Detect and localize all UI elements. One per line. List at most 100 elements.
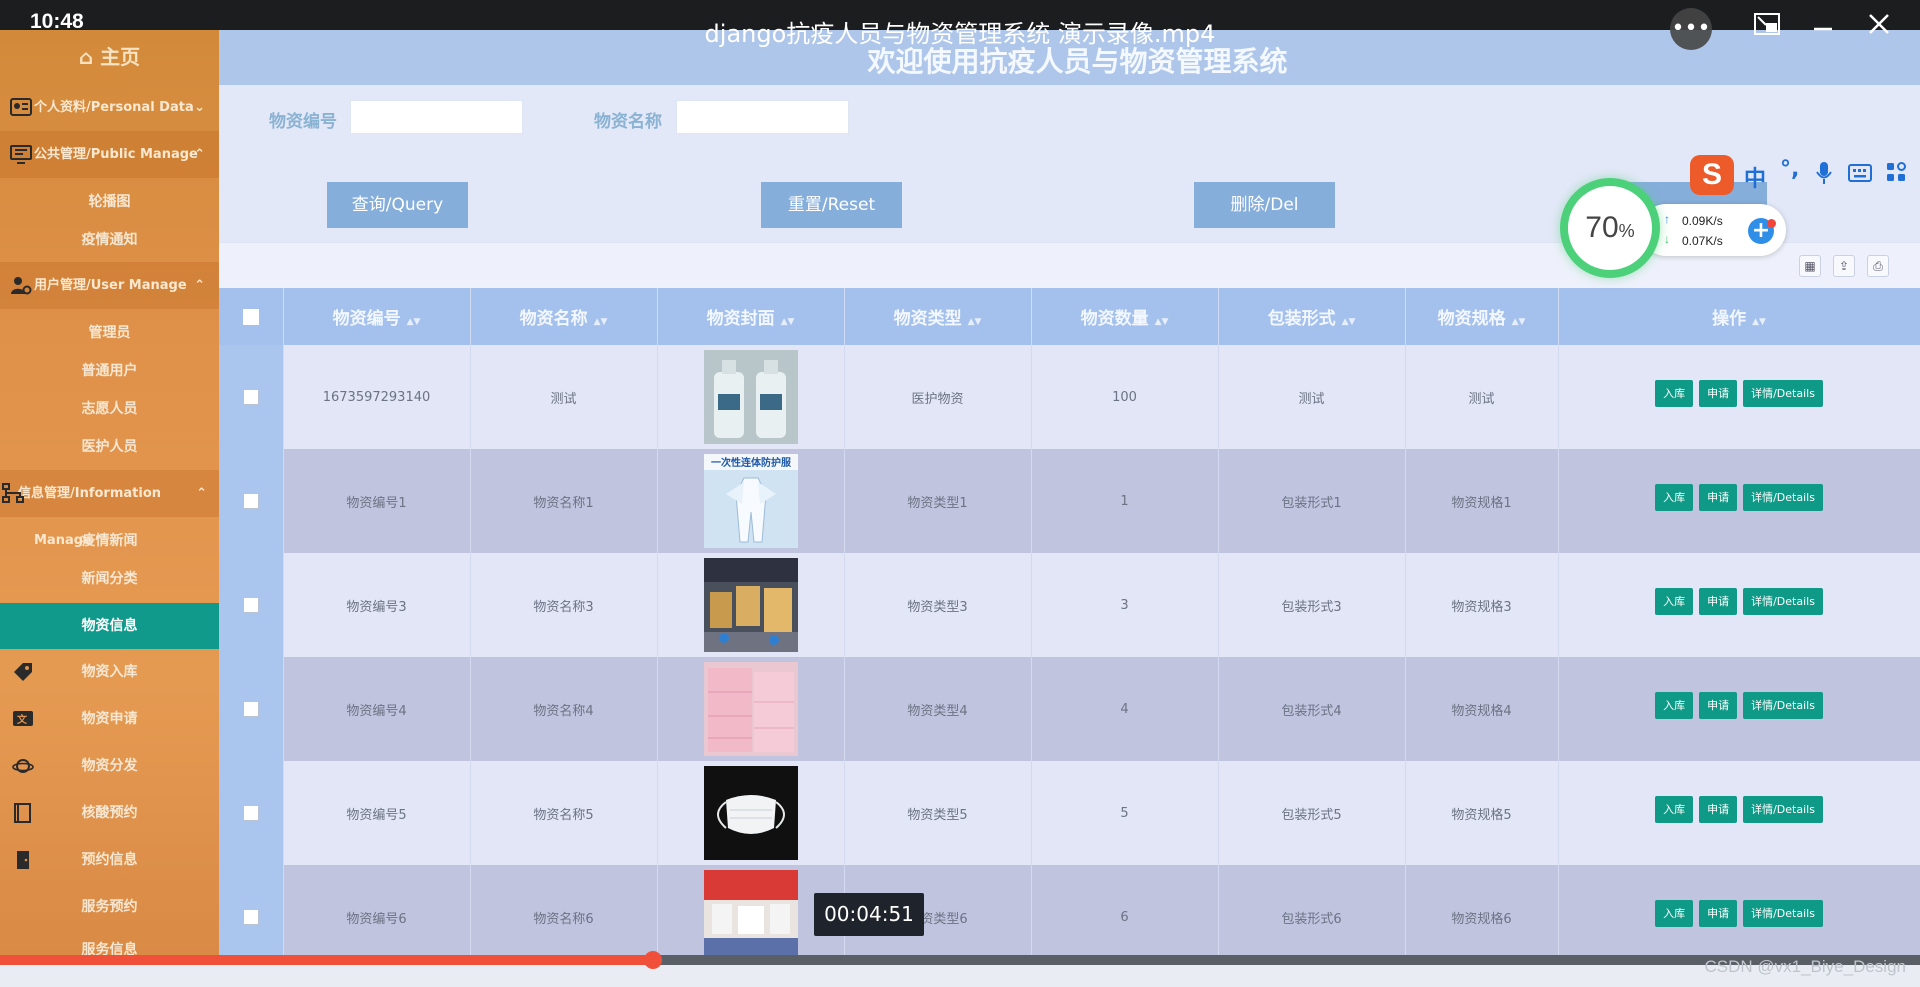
menu-personal-data[interactable]: 个人资料/Personal Data ⌄ bbox=[0, 84, 219, 131]
col-header-actions[interactable]: 操作 ▲▼ bbox=[1558, 288, 1920, 345]
cover-image-face-mask[interactable] bbox=[703, 766, 798, 860]
col-header-type[interactable]: 物资类型 ▲▼ bbox=[844, 288, 1032, 345]
cover-image-supplies-display[interactable] bbox=[703, 870, 798, 960]
sort-icon[interactable]: ▲▼ bbox=[781, 317, 795, 327]
toolbox-grid-icon[interactable] bbox=[1886, 162, 1906, 188]
sidebar-item-material-stock-in[interactable]: 物资入库 bbox=[0, 649, 219, 696]
menu-user-manage[interactable]: 用户管理/User Manage ⌃ bbox=[0, 262, 219, 309]
close-icon[interactable] bbox=[1864, 12, 1894, 42]
cover-image-protective-suit[interactable]: 一次性连体防护服 bbox=[703, 454, 798, 548]
col-header-cover[interactable]: 物资封面 ▲▼ bbox=[657, 288, 845, 345]
apply-button[interactable]: 申请 bbox=[1699, 587, 1738, 615]
cell-spec: 物资规格5 bbox=[1405, 761, 1559, 865]
col-header-quantity[interactable]: 物资数量 ▲▼ bbox=[1031, 288, 1219, 345]
sort-icon[interactable]: ▲▼ bbox=[594, 317, 608, 327]
cover-image-warehouse[interactable] bbox=[703, 558, 798, 652]
minimize-icon[interactable] bbox=[1808, 12, 1838, 42]
stock-in-button[interactable]: 入库 bbox=[1655, 483, 1694, 511]
row-checkbox[interactable] bbox=[242, 597, 259, 613]
apply-button[interactable]: 申请 bbox=[1699, 691, 1738, 719]
csdn-watermark: CSDN @vx1_Biye_Design bbox=[1704, 957, 1906, 976]
sidebar-item-carousel[interactable]: 轮播图 bbox=[0, 183, 219, 221]
stock-in-button[interactable]: 入库 bbox=[1655, 795, 1694, 823]
sidebar-item-news-category[interactable]: 新闻分类 bbox=[0, 560, 219, 598]
menu-info-manage[interactable]: 信息管理/Information Manage ⌃ bbox=[0, 470, 219, 548]
ime-toolbar: S 中 °, bbox=[1688, 155, 1920, 195]
row-checkbox[interactable] bbox=[242, 909, 259, 925]
col-header-name[interactable]: 物资名称 ▲▼ bbox=[470, 288, 658, 345]
query-button[interactable]: 查询/Query bbox=[327, 182, 468, 228]
sogou-logo-icon[interactable]: S bbox=[1690, 155, 1734, 195]
col-header-code[interactable]: 物资编号 ▲▼ bbox=[283, 288, 471, 345]
menu-public-manage[interactable]: 公共管理/Public Manage ⌃ bbox=[0, 131, 219, 178]
sort-icon[interactable]: ▲▼ bbox=[1155, 317, 1169, 327]
microphone-icon[interactable] bbox=[1816, 161, 1832, 191]
sidebar-item-material-distribute[interactable]: 物资分发 bbox=[0, 743, 219, 790]
stock-in-button[interactable]: 入库 bbox=[1655, 691, 1694, 719]
sort-icon[interactable]: ▲▼ bbox=[1752, 317, 1766, 327]
details-button[interactable]: 详情/Details bbox=[1743, 379, 1823, 407]
picture-in-picture-icon[interactable] bbox=[1752, 12, 1782, 42]
apply-button[interactable]: 申请 bbox=[1699, 795, 1738, 823]
details-button[interactable]: 详情/Details bbox=[1743, 587, 1823, 615]
columns-icon[interactable]: ▦ bbox=[1799, 255, 1821, 277]
sort-icon[interactable]: ▲▼ bbox=[407, 317, 421, 327]
row-checkbox[interactable] bbox=[242, 389, 259, 405]
more-options-button[interactable]: ••• bbox=[1670, 8, 1712, 50]
print-icon[interactable]: ⎙ bbox=[1867, 255, 1889, 277]
details-button[interactable]: 详情/Details bbox=[1743, 691, 1823, 719]
keyboard-icon[interactable] bbox=[1848, 163, 1872, 188]
ime-punctuation-toggle[interactable]: °, bbox=[1780, 157, 1799, 182]
stock-in-button[interactable]: 入库 bbox=[1655, 899, 1694, 927]
col-header-spec[interactable]: 物资规格 ▲▼ bbox=[1405, 288, 1559, 345]
row-checkbox[interactable] bbox=[242, 493, 259, 509]
cell-name: 物资名称1 bbox=[470, 449, 658, 553]
sidebar-item-material-info[interactable]: 物资信息 bbox=[0, 603, 219, 649]
row-checkbox[interactable] bbox=[242, 701, 259, 717]
apply-button[interactable]: 申请 bbox=[1699, 899, 1738, 927]
cell-code: 物资编号5 bbox=[283, 761, 471, 865]
sidebar-item-booking-info[interactable]: 预约信息 bbox=[0, 837, 219, 884]
sidebar-item-material-apply[interactable]: 文 物资申请 bbox=[0, 696, 219, 743]
cover-image-sanitizer-bottles[interactable] bbox=[703, 350, 798, 444]
row-checkbox[interactable] bbox=[242, 805, 259, 821]
cell-code: 1673597293140 bbox=[283, 345, 471, 449]
sort-icon[interactable]: ▲▼ bbox=[968, 317, 982, 327]
cell-type: 物资类型5 bbox=[844, 761, 1032, 865]
sort-icon[interactable]: ▲▼ bbox=[1512, 317, 1526, 327]
memory-usage-ring[interactable]: 70% bbox=[1560, 178, 1660, 278]
cell-packaging: 包装形式3 bbox=[1218, 553, 1406, 657]
sidebar-item-admin[interactable]: 管理员 bbox=[0, 314, 219, 352]
col-header-packaging[interactable]: 包装形式 ▲▼ bbox=[1218, 288, 1406, 345]
sidebar-item-normal-user[interactable]: 普通用户 bbox=[0, 352, 219, 390]
material-name-input[interactable] bbox=[676, 100, 849, 134]
delete-button[interactable]: 删除/Del bbox=[1194, 182, 1335, 228]
details-button[interactable]: 详情/Details bbox=[1743, 483, 1823, 511]
sidebar-item-service-booking[interactable]: 服务预约 bbox=[0, 884, 219, 931]
sidebar-item-epidemic-notice[interactable]: 疫情通知 bbox=[0, 221, 219, 259]
apply-button[interactable]: 申请 bbox=[1699, 483, 1738, 511]
sidebar-item-nucleic-booking[interactable]: 核酸预约 bbox=[0, 790, 219, 837]
stock-in-button[interactable]: 入库 bbox=[1655, 587, 1694, 615]
details-button[interactable]: 详情/Details bbox=[1743, 899, 1823, 927]
sidebar-item-medical-staff[interactable]: 医护人员 bbox=[0, 428, 219, 466]
material-code-input[interactable] bbox=[350, 100, 523, 134]
sort-icon[interactable]: ▲▼ bbox=[1342, 317, 1356, 327]
col-header-label: 物资封面 bbox=[706, 309, 775, 329]
details-button[interactable]: 详情/Details bbox=[1743, 795, 1823, 823]
cover-image-mask-boxes[interactable] bbox=[703, 662, 798, 756]
apply-button[interactable]: 申请 bbox=[1699, 379, 1738, 407]
sidebar-item-volunteer[interactable]: 志愿人员 bbox=[0, 390, 219, 428]
export-icon[interactable]: ⇪ bbox=[1833, 255, 1855, 277]
video-progress-handle[interactable] bbox=[643, 951, 662, 969]
memory-percent-sign: % bbox=[1618, 221, 1635, 241]
menu-personal-label: 个人资料/Personal Data bbox=[34, 100, 194, 115]
select-all-checkbox[interactable] bbox=[242, 308, 259, 325]
video-progress-bar[interactable] bbox=[0, 951, 1920, 969]
cell-cover bbox=[657, 345, 845, 449]
sidebar-item-epidemic-news[interactable]: 疫情新闻 bbox=[0, 522, 219, 560]
stock-in-button[interactable]: 入库 bbox=[1655, 379, 1694, 407]
cell-spec: 物资规格3 bbox=[1405, 553, 1559, 657]
ime-mode-toggle[interactable]: 中 bbox=[1744, 161, 1766, 193]
reset-button[interactable]: 重置/Reset bbox=[761, 182, 902, 228]
